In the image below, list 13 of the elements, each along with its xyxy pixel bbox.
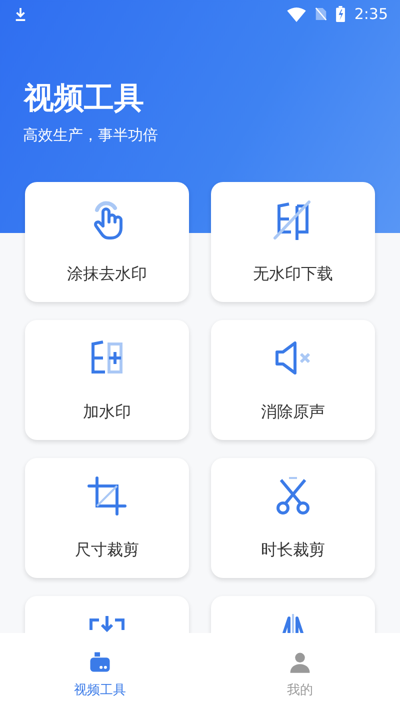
status-time: 2:35 bbox=[354, 5, 388, 23]
tool-card[interactable]: 消除原声 bbox=[211, 320, 375, 440]
tool-card[interactable]: 无水印下载 bbox=[211, 182, 375, 302]
no-sim-icon bbox=[315, 7, 328, 21]
battery-icon bbox=[336, 6, 346, 22]
download-icon bbox=[14, 6, 27, 22]
page-subtitle: 高效生产，事半功倍 bbox=[23, 126, 158, 144]
tool-card[interactable]: 加水印 bbox=[25, 320, 189, 440]
wifi-icon bbox=[287, 6, 306, 22]
tool-card[interactable]: 尺寸裁剪 bbox=[25, 458, 189, 578]
tool-card[interactable]: 时长裁剪 bbox=[211, 458, 375, 578]
tool-card[interactable]: 涂抹去水印 bbox=[25, 182, 189, 302]
page-title: 视频工具 bbox=[24, 82, 144, 116]
